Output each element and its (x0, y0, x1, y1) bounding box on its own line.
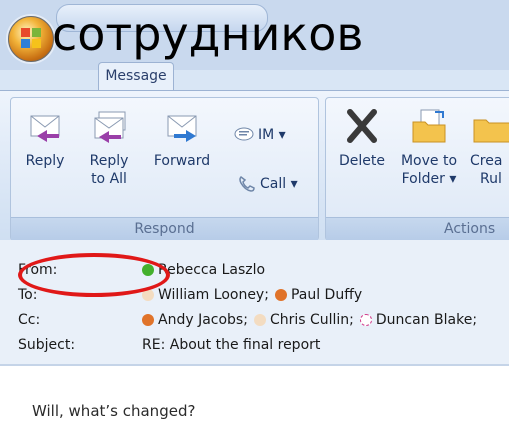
cc-recipient[interactable]: Andy Jacobs; (158, 312, 248, 328)
respond-group: Reply Reply to All Forward IM ▾ Call ▾ R… (10, 97, 319, 241)
create-rule-icon (470, 106, 509, 146)
reply-all-button[interactable]: Reply to All (83, 106, 135, 188)
forward-button[interactable]: Forward (149, 106, 215, 170)
reply-all-label-2: to All (91, 171, 127, 187)
reply-icon (25, 106, 65, 146)
im-label: IM ▾ (258, 127, 286, 143)
presence-unknown-icon (253, 314, 266, 326)
subject-value: RE: About the final report (142, 337, 321, 353)
cc-row: Cc: Andy Jacobs; Chris Cullin; Duncan Bl… (18, 309, 477, 331)
move-label-1: Move to (400, 153, 458, 169)
reply-button[interactable]: Reply (19, 106, 71, 170)
presence-away-icon (359, 314, 372, 326)
move-to-folder-button[interactable]: Move to Folder ▾ (396, 106, 462, 188)
phone-icon (239, 176, 255, 192)
tab-message[interactable]: Message (98, 62, 174, 91)
actions-group: Delete Move to Folder ▾ Crea Rul Actions (325, 97, 509, 241)
delete-button[interactable]: Delete (334, 106, 390, 170)
to-recipient[interactable]: Paul Duffy (291, 287, 362, 303)
cc-label: Cc: (18, 312, 41, 328)
move-label-2: Folder ▾ (401, 171, 457, 187)
presence-busy-icon (274, 289, 287, 301)
highlight-ellipse (18, 253, 170, 297)
subject-row: Subject: RE: About the final report (18, 334, 320, 356)
presence-busy-icon (142, 314, 154, 326)
im-icon (234, 127, 254, 141)
message-body[interactable]: Will, what’s changed? (0, 364, 509, 440)
respond-group-label: Respond (11, 217, 318, 240)
reply-all-icon (89, 106, 129, 146)
delete-icon (342, 106, 382, 146)
from-value[interactable]: Rebecca Laszlo (158, 262, 265, 278)
cc-recipient[interactable]: Duncan Blake; (376, 312, 477, 328)
cc-recipient[interactable]: Chris Cullin; (270, 312, 354, 328)
to-recipient[interactable]: William Looney; (158, 287, 269, 303)
actions-group-label: Actions (326, 217, 509, 240)
call-label: Call ▾ (260, 176, 298, 192)
create-label-1: Crea (470, 153, 503, 169)
ribbon: Reply Reply to All Forward IM ▾ Call ▾ R… (0, 90, 509, 241)
subject-label: Subject: (18, 337, 76, 353)
create-label-2: Rul (480, 171, 502, 187)
im-button[interactable]: IM ▾ (233, 126, 286, 144)
forward-icon (162, 106, 202, 146)
move-folder-icon (409, 106, 449, 146)
forward-label: Forward (153, 153, 211, 169)
office-logo-icon (21, 28, 41, 48)
delete-label: Delete (339, 153, 385, 169)
office-button[interactable] (8, 16, 54, 62)
overlay-title: сотрудников (52, 7, 364, 61)
call-button[interactable]: Call ▾ (237, 174, 298, 194)
reply-label: Reply (25, 153, 65, 169)
create-rule-button[interactable]: Crea Rul (470, 106, 509, 188)
body-text: Will, what’s changed? (32, 402, 196, 420)
reply-all-label-1: Reply (89, 153, 129, 169)
